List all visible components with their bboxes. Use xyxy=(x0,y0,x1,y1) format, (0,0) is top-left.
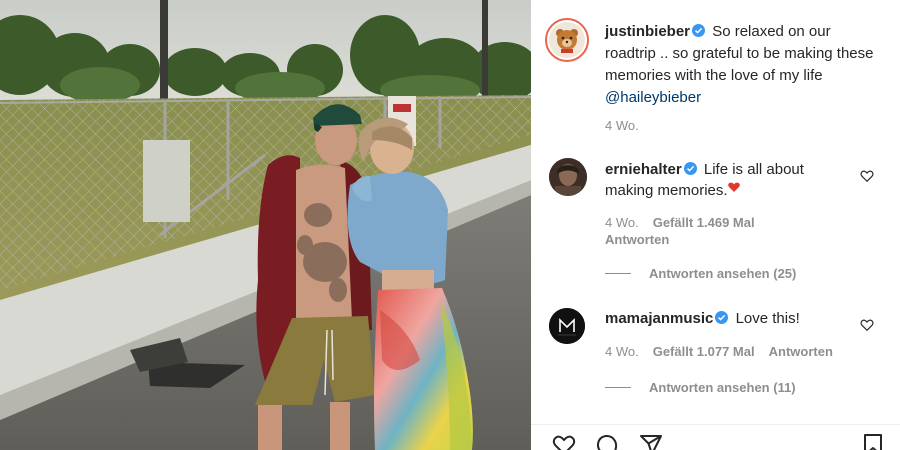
comment-avatar[interactable] xyxy=(549,308,585,344)
comment-text: Love this! xyxy=(735,310,800,327)
comment-icon[interactable] xyxy=(594,433,620,450)
view-replies-label: Antworten ansehen (25) xyxy=(649,266,797,281)
verified-badge-icon xyxy=(715,311,729,324)
post-photo[interactable] xyxy=(0,0,531,450)
share-icon[interactable] xyxy=(638,433,664,450)
reply-button[interactable]: Antworten xyxy=(605,232,669,247)
post-timestamp[interactable]: 4 Wo. xyxy=(605,118,639,133)
comment-timestamp[interactable]: 4 Wo. xyxy=(605,344,639,359)
like-heart-icon[interactable] xyxy=(551,433,577,450)
comment-likes[interactable]: Gefällt 1.077 Mal xyxy=(653,344,755,359)
teddy-bear-icon xyxy=(556,29,578,53)
post-details-panel: justinbieber So relaxed on our roadtrip … xyxy=(531,0,900,450)
verified-badge-icon xyxy=(683,162,697,175)
reply-button[interactable]: Antworten xyxy=(769,344,833,359)
save-bookmark-icon[interactable] xyxy=(862,433,884,450)
red-heart-emoji-icon xyxy=(727,182,740,192)
comment-likes[interactable]: Gefällt 1.469 Mal xyxy=(653,215,755,230)
post-actions-bar xyxy=(531,424,900,450)
like-comment-heart-icon[interactable] xyxy=(860,169,874,183)
comment-timestamp[interactable]: 4 Wo. xyxy=(605,215,639,230)
post-caption: justinbieber So relaxed on our roadtrip … xyxy=(605,21,885,109)
comment-body: erniehalter Life is all about making mem… xyxy=(605,159,845,201)
view-replies-button[interactable]: Antworten ansehen (25) xyxy=(605,266,796,281)
divider-line xyxy=(605,387,631,388)
mamajan-logo-icon xyxy=(549,308,585,344)
comment-meta: 4 Wo. Gefällt 1.469 Mal Antworten xyxy=(605,214,755,248)
comment-username[interactable]: erniehalter xyxy=(605,161,682,178)
view-replies-button[interactable]: Antworten ansehen (11) xyxy=(605,380,796,395)
author-username[interactable]: justinbieber xyxy=(605,23,690,40)
divider-line xyxy=(605,273,631,274)
comment-body: mamajanmusic Love this! xyxy=(605,308,845,329)
view-replies-label: Antworten ansehen (11) xyxy=(649,380,796,395)
comment-meta: 4 Wo. Gefällt 1.077 Mal Antworten xyxy=(605,343,847,360)
photo-image xyxy=(0,0,531,450)
like-comment-heart-icon[interactable] xyxy=(860,318,874,332)
comment-avatar[interactable] xyxy=(549,158,587,196)
author-avatar[interactable] xyxy=(545,18,589,62)
verified-badge-icon xyxy=(692,24,706,37)
comment-username[interactable]: mamajanmusic xyxy=(605,310,713,327)
caption-mention-link[interactable]: @haileybieber xyxy=(605,89,701,106)
avatar-photo xyxy=(549,158,587,196)
